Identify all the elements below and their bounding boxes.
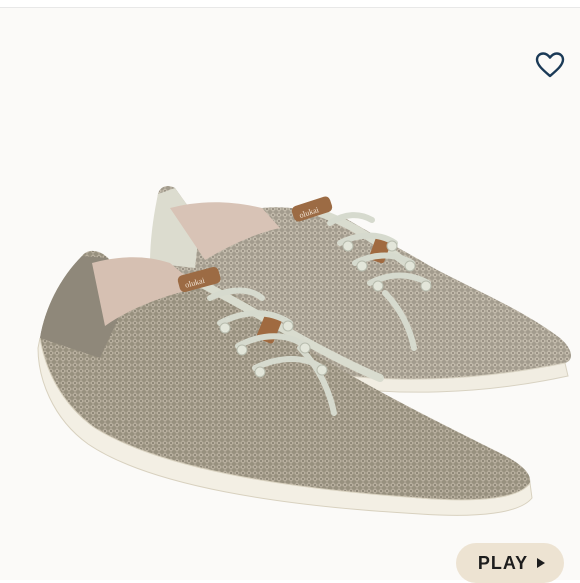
play-triangle-icon: [537, 558, 546, 568]
sneakers-illustration: olukai olukai: [37, 186, 572, 516]
heart-outline-icon: [535, 52, 565, 78]
play-button[interactable]: PLAY: [456, 543, 564, 583]
like-button[interactable]: [530, 46, 570, 84]
play-label: PLAY: [477, 552, 529, 573]
product-photo[interactable]: olukai olukai: [0, 8, 580, 580]
